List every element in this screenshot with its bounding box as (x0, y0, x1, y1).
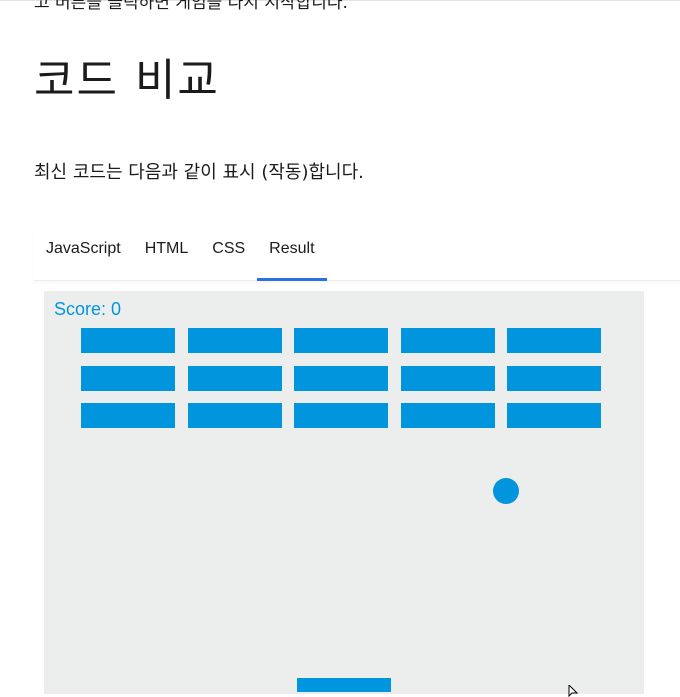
brick (294, 365, 388, 391)
brick (187, 365, 282, 391)
brick (81, 365, 175, 391)
brick (400, 403, 495, 428)
previous-paragraph: 고 버튼을 클릭하면 게임을 다시 시작합니다. (34, 0, 348, 13)
code-tabs: JavaScript HTML CSS Result (34, 232, 680, 281)
brick (294, 403, 388, 428)
paddle[interactable] (297, 678, 391, 692)
mouse-cursor-icon (568, 685, 578, 697)
brick (507, 403, 601, 428)
tab-html[interactable]: HTML (133, 232, 201, 280)
brick (400, 328, 495, 353)
score-label: Score: 0 (54, 299, 122, 319)
tab-result[interactable]: Result (257, 232, 327, 281)
brick (400, 365, 495, 391)
brick (507, 328, 601, 353)
tab-css[interactable]: CSS (200, 232, 257, 280)
brick (294, 328, 388, 353)
page-title: 코드 비교 (34, 55, 220, 106)
tab-javascript[interactable]: JavaScript (34, 232, 133, 280)
game-canvas[interactable]: Score: 0 (44, 291, 644, 694)
intro-paragraph: 최신 코드는 다음과 같이 표시 (작동)합니다. (34, 162, 364, 183)
brick (507, 365, 601, 391)
brick (81, 403, 175, 428)
brick (81, 328, 175, 353)
brick (187, 403, 282, 428)
ball (493, 478, 519, 504)
brick (187, 328, 282, 353)
